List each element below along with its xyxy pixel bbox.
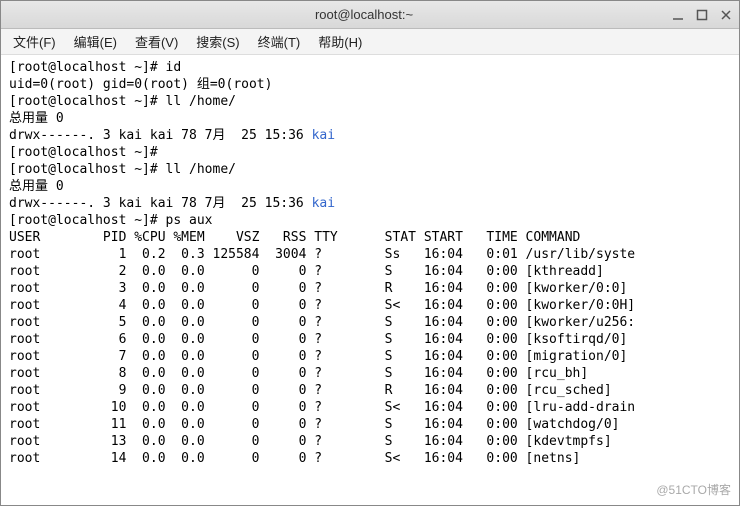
ps-header: USER PID %CPU %MEM VSZ RSS TTY STAT STAR… — [9, 230, 580, 245]
ps-row: root 14 0.0 0.0 0 0 ? S< 16:04 0:00 [net… — [9, 451, 580, 466]
ps-row: root 8 0.0 0.0 0 0 ? S 16:04 0:00 [rcu_b… — [9, 366, 588, 381]
line: [root@localhost ~]# id — [9, 60, 181, 75]
ps-row: root 11 0.0 0.0 0 0 ? S 16:04 0:00 [watc… — [9, 417, 619, 432]
window-title: root@localhost:~ — [57, 7, 671, 22]
ps-row: root 1 0.2 0.3 125584 3004 ? Ss 16:04 0:… — [9, 247, 635, 262]
line: 总用量 0 — [9, 179, 64, 194]
terminal-output[interactable]: [root@localhost ~]# id uid=0(root) gid=0… — [1, 55, 739, 505]
dir-name: kai — [312, 196, 335, 211]
line: [root@localhost ~]# — [9, 145, 166, 160]
ps-row: root 7 0.0 0.0 0 0 ? S 16:04 0:00 [migra… — [9, 349, 627, 364]
ps-row: root 10 0.0 0.0 0 0 ? S< 16:04 0:00 [lru… — [9, 400, 635, 415]
dir-name: kai — [312, 128, 335, 143]
ps-row: root 2 0.0 0.0 0 0 ? S 16:04 0:00 [kthre… — [9, 264, 604, 279]
line: uid=0(root) gid=0(root) 组=0(root) — [9, 77, 272, 92]
ps-row: root 6 0.0 0.0 0 0 ? S 16:04 0:00 [ksoft… — [9, 332, 627, 347]
watermark: @51CTO博客 — [656, 482, 731, 499]
menu-view[interactable]: 查看(V) — [129, 29, 184, 54]
line: [root@localhost ~]# ll /home/ — [9, 94, 236, 109]
minimize-button[interactable] — [671, 8, 685, 22]
line: drwx------. 3 kai kai 78 7月 25 15:36 — [9, 128, 312, 143]
line: [root@localhost ~]# ll /home/ — [9, 162, 236, 177]
menubar: 文件(F) 编辑(E) 查看(V) 搜索(S) 终端(T) 帮助(H) — [1, 29, 739, 55]
line: 总用量 0 — [9, 111, 64, 126]
ps-row: root 4 0.0 0.0 0 0 ? S< 16:04 0:00 [kwor… — [9, 298, 635, 313]
menu-edit[interactable]: 编辑(E) — [68, 29, 123, 54]
menu-search[interactable]: 搜索(S) — [190, 29, 245, 54]
close-button[interactable] — [719, 8, 733, 22]
line: [root@localhost ~]# ps aux — [9, 213, 213, 228]
ps-row: root 5 0.0 0.0 0 0 ? S 16:04 0:00 [kwork… — [9, 315, 635, 330]
maximize-button[interactable] — [695, 8, 709, 22]
menu-file[interactable]: 文件(F) — [7, 29, 62, 54]
terminal-window: root@localhost:~ 文件(F) 编辑(E) 查看(V) 搜索(S)… — [0, 0, 740, 506]
ps-row: root 13 0.0 0.0 0 0 ? S 16:04 0:00 [kdev… — [9, 434, 612, 449]
titlebar[interactable]: root@localhost:~ — [1, 1, 739, 29]
window-controls — [671, 8, 733, 22]
line: drwx------. 3 kai kai 78 7月 25 15:36 — [9, 196, 312, 211]
ps-row: root 3 0.0 0.0 0 0 ? R 16:04 0:00 [kwork… — [9, 281, 627, 296]
menu-terminal[interactable]: 终端(T) — [252, 29, 307, 54]
ps-row: root 9 0.0 0.0 0 0 ? R 16:04 0:00 [rcu_s… — [9, 383, 612, 398]
menu-help[interactable]: 帮助(H) — [312, 29, 368, 54]
